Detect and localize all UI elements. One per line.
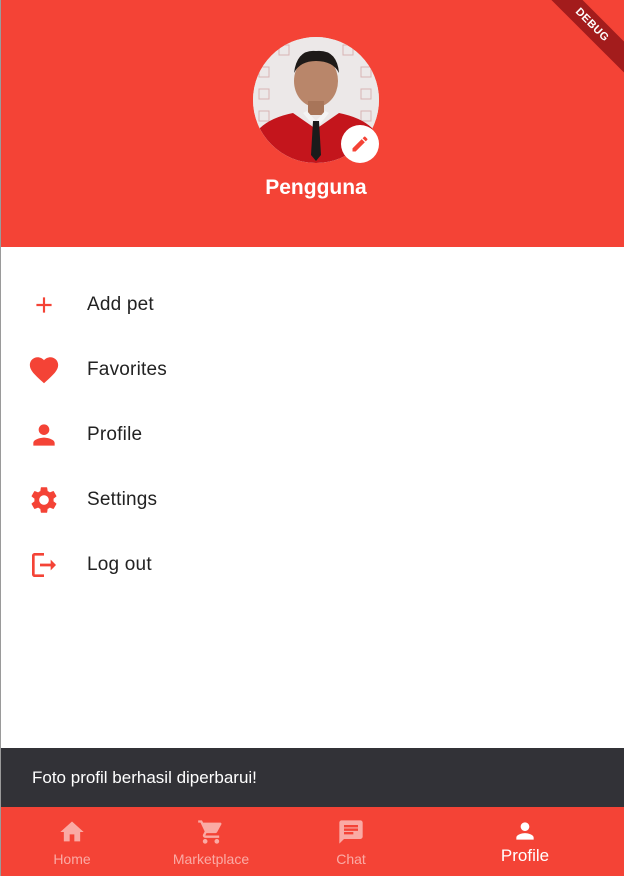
app-screen: Pengguna DEBUG Add pet Favorites Profile xyxy=(0,0,624,876)
plus-icon xyxy=(27,288,61,322)
heart-icon xyxy=(27,353,61,387)
username: Pengguna xyxy=(265,176,367,199)
chat-icon xyxy=(337,818,365,846)
cart-icon xyxy=(197,818,225,846)
nav-tab-marketplace[interactable]: Marketplace xyxy=(161,807,261,876)
profile-header: Pengguna xyxy=(1,0,624,247)
menu-item-label: Favorites xyxy=(87,358,167,380)
menu-item-label: Settings xyxy=(87,488,158,510)
menu-item-label: Profile xyxy=(87,423,143,445)
menu-item-profile[interactable]: Profile xyxy=(1,402,624,467)
nav-label: Home xyxy=(53,851,91,867)
snackbar: Foto profil berhasil diperbarui! xyxy=(1,748,624,807)
home-icon xyxy=(58,818,86,846)
person-icon xyxy=(512,819,538,843)
profile-menu: Add pet Favorites Profile Settings Log o… xyxy=(1,272,624,597)
edit-avatar-button[interactable] xyxy=(341,125,379,163)
nav-label: Chat xyxy=(336,851,366,867)
person-icon xyxy=(27,418,61,452)
nav-tab-chat[interactable]: Chat xyxy=(311,807,391,876)
nav-tab-profile[interactable]: Profile xyxy=(485,807,565,876)
bottom-navigation: Home Marketplace Chat Profile xyxy=(1,807,624,876)
menu-item-label: Log out xyxy=(87,553,152,575)
menu-item-label: Add pet xyxy=(87,293,154,315)
nav-label: Profile xyxy=(500,846,550,865)
menu-item-favorites[interactable]: Favorites xyxy=(1,337,624,402)
gear-icon xyxy=(27,483,61,517)
menu-item-settings[interactable]: Settings xyxy=(1,467,624,532)
pencil-icon xyxy=(352,136,368,152)
nav-label: Marketplace xyxy=(172,851,250,867)
logout-icon xyxy=(27,548,61,582)
snackbar-message: Foto profil berhasil diperbarui! xyxy=(32,767,257,787)
menu-item-log-out[interactable]: Log out xyxy=(1,532,624,597)
nav-tab-home[interactable]: Home xyxy=(31,807,113,876)
menu-item-add-pet[interactable]: Add pet xyxy=(1,272,624,337)
